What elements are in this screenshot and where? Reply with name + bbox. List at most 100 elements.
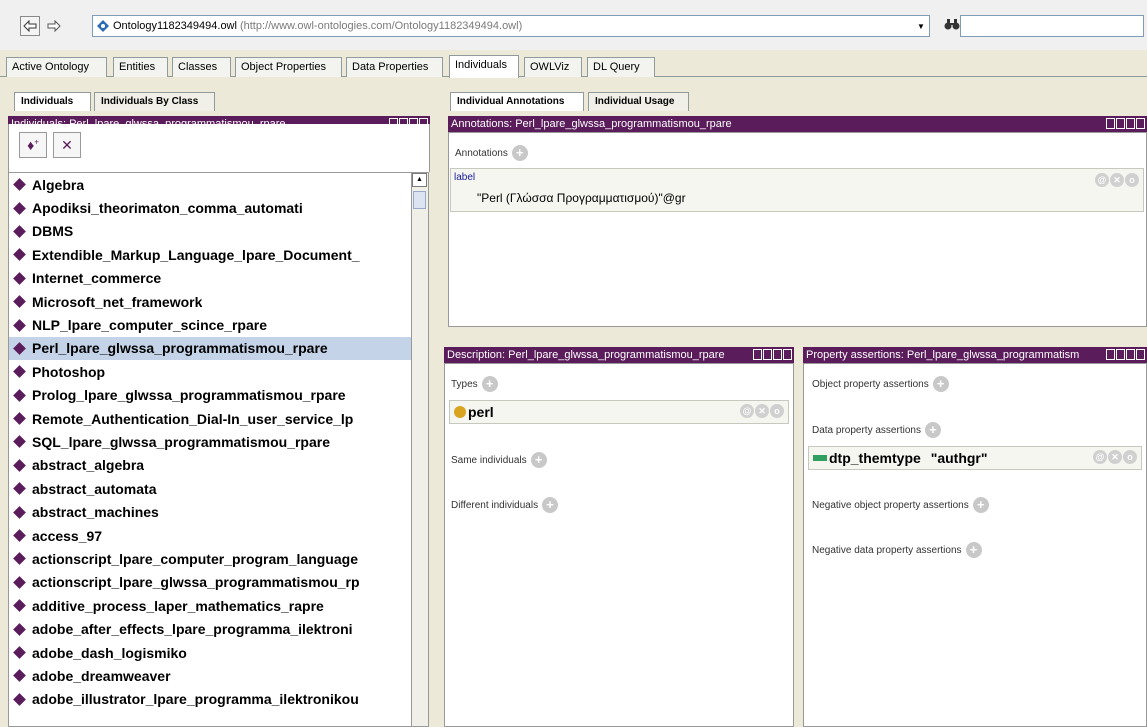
individual-list-item[interactable]: Algebra xyxy=(9,173,411,196)
data-property-icon xyxy=(813,455,827,461)
individual-icon xyxy=(13,412,26,425)
individual-list-item[interactable]: Microsoft_net_framework xyxy=(9,290,411,313)
individual-list-item[interactable]: Extendible_Markup_Language_lpare_Documen… xyxy=(9,243,411,266)
individual-list-item[interactable]: Prolog_lpare_glwssa_programmatismou_rpar… xyxy=(9,384,411,407)
add-type-icon[interactable]: + xyxy=(481,376,498,392)
individual-list-item[interactable]: additive_process_laper_mathematics_rapre xyxy=(9,594,411,617)
individual-list-item[interactable]: DBMS xyxy=(9,220,411,243)
individual-name: DBMS xyxy=(32,223,74,240)
view-controls[interactable] xyxy=(753,349,792,361)
binoculars-icon[interactable] xyxy=(944,17,960,33)
same-individuals-section: Same individuals + xyxy=(451,452,547,468)
individual-name: actionscript_lpare_glwssa_programmatismo… xyxy=(32,574,360,591)
add-annotation-icon[interactable]: + xyxy=(511,145,528,161)
description-panel-title: Description: Perl_lpare_glwssa_programma… xyxy=(447,349,725,361)
individual-list-item[interactable]: adobe_after_effects_lpare_programma_ilek… xyxy=(9,617,411,640)
dropdown-arrow-icon[interactable]: ▼ xyxy=(913,16,929,36)
negative-data-property-section: Negative data property assertions + xyxy=(812,542,982,558)
view-controls[interactable] xyxy=(1106,118,1145,130)
individual-name: Prolog_lpare_glwssa_programmatismou_rpar… xyxy=(32,387,346,404)
individual-list-item[interactable]: adobe_dreamweaver xyxy=(9,664,411,687)
individual-name: abstract_machines xyxy=(32,504,159,521)
delete-individual-button[interactable]: ✕ xyxy=(53,132,81,158)
add-negative-data-property-icon[interactable]: + xyxy=(965,542,982,558)
individual-list-item[interactable]: Remote_Authentication_Dial-In_user_servi… xyxy=(9,407,411,430)
view-controls[interactable] xyxy=(1106,349,1145,361)
forward-button[interactable] xyxy=(44,16,64,36)
individual-icon xyxy=(13,552,26,566)
row-actions[interactable]: @ ✕ o xyxy=(1095,173,1139,187)
individual-name: Perl_lpare_glwssa_programmatismou_rpare xyxy=(32,340,328,357)
add-individual-button[interactable]: ♦+ xyxy=(19,132,47,158)
ontology-icon xyxy=(97,20,109,32)
individual-name: actionscript_lpare_computer_program_lang… xyxy=(32,550,358,567)
tab-individuals[interactable]: Individuals xyxy=(449,55,519,78)
back-button[interactable] xyxy=(20,16,40,36)
tab-dl-query[interactable]: DL Query xyxy=(587,57,655,77)
individual-list-item[interactable]: abstract_machines xyxy=(9,500,411,523)
data-property-row[interactable]: dtp_themtype "authgr" @ ✕ o xyxy=(808,446,1142,470)
individual-list-item[interactable]: actionscript_lpare_glwssa_programmatismo… xyxy=(9,571,411,594)
same-individuals-label: Same individuals xyxy=(451,454,527,466)
type-row[interactable]: perl @ ✕ o xyxy=(449,400,789,424)
scroll-thumb[interactable] xyxy=(413,191,426,209)
add-different-individual-icon[interactable]: + xyxy=(542,497,559,513)
individual-list-item[interactable]: Internet_commerce xyxy=(9,267,411,290)
individual-list-item[interactable]: abstract_automata xyxy=(9,477,411,500)
individual-list-item[interactable]: adobe_dash_logismiko xyxy=(9,641,411,664)
individual-icon xyxy=(13,599,26,613)
annotate-icon: @ xyxy=(1093,450,1107,464)
individual-list-item[interactable]: NLP_lpare_computer_scince_rpare xyxy=(9,313,411,336)
individual-list-item[interactable]: SQL_lpare_glwssa_programmatismou_rpare xyxy=(9,430,411,453)
negative-object-property-section: Negative object property assertions + xyxy=(812,497,989,513)
tab-classes[interactable]: Classes xyxy=(172,57,231,77)
ontology-selector[interactable]: Ontology1182349494.owl (http://www.owl-o… xyxy=(92,15,930,37)
individual-name: Algebra xyxy=(32,176,85,193)
add-same-individual-icon[interactable]: + xyxy=(530,452,547,468)
search-input[interactable] xyxy=(960,15,1144,37)
property-assertions-panel-title: Property assertions: Perl_lpare_glwssa_p… xyxy=(806,349,1080,361)
add-object-property-icon[interactable]: + xyxy=(932,376,949,392)
tab-individuals-list[interactable]: Individuals xyxy=(14,92,91,111)
individual-name: adobe_dreamweaver xyxy=(32,667,171,684)
individual-list-item[interactable]: actionscript_lpare_computer_program_lang… xyxy=(9,547,411,570)
row-actions[interactable]: @ ✕ o xyxy=(1093,450,1137,464)
annotation-value: "Perl (Γλώσσα Προγραμματισμού)"@gr xyxy=(477,191,686,205)
edit-icon: o xyxy=(770,404,784,418)
individual-icon xyxy=(13,225,26,238)
property-assertions-panel-header: Property assertions: Perl_lpare_glwssa_p… xyxy=(803,347,1147,363)
different-individuals-label: Different individuals xyxy=(451,499,539,511)
individual-list-item[interactable]: abstract_algebra xyxy=(9,454,411,477)
tab-individuals-by-class[interactable]: Individuals By Class xyxy=(94,92,215,111)
individual-list-item[interactable]: access_97 xyxy=(9,524,411,547)
main-tab-bar: Active Ontology Entities Classes Object … xyxy=(0,55,1147,78)
annotation-row[interactable]: label "Perl (Γλώσσα Προγραμματισμού)"@gr… xyxy=(450,168,1144,212)
individual-icon xyxy=(13,646,26,659)
individual-name: NLP_lpare_computer_scince_rpare xyxy=(32,317,267,334)
add-data-property-icon[interactable]: + xyxy=(924,422,941,438)
list-scrollbar[interactable]: ▲ xyxy=(412,172,429,727)
individual-list-item[interactable]: Perl_lpare_glwssa_programmatismou_rpare xyxy=(9,336,411,361)
add-negative-object-property-icon[interactable]: + xyxy=(972,497,989,513)
individuals-toolbar: ♦+ ✕ xyxy=(8,124,430,172)
tab-entities[interactable]: Entities xyxy=(113,57,168,77)
tab-individual-usage[interactable]: Individual Usage xyxy=(588,92,689,111)
individual-icon xyxy=(13,201,26,215)
individual-list-item[interactable]: adobe_illustrator_lpare_programma_ilektr… xyxy=(9,688,411,711)
annotate-icon: @ xyxy=(740,404,754,418)
ontology-name: Ontology1182349494.owl xyxy=(113,20,237,32)
tab-object-properties[interactable]: Object Properties xyxy=(235,57,342,77)
individual-name: abstract_automata xyxy=(32,480,157,497)
tab-data-properties[interactable]: Data Properties xyxy=(346,57,443,77)
right-arrow-icon xyxy=(47,20,61,32)
object-property-label: Object property assertions xyxy=(812,378,929,390)
tab-owlviz[interactable]: OWLViz xyxy=(524,57,582,77)
row-actions[interactable]: @ ✕ o xyxy=(740,404,784,418)
left-arrow-icon xyxy=(23,20,37,32)
tab-individual-annotations[interactable]: Individual Annotations xyxy=(450,92,584,111)
scroll-up-icon[interactable]: ▲ xyxy=(412,173,427,187)
individual-list-item[interactable]: Apodiksi_theorimaton_comma_automati xyxy=(9,196,411,219)
negative-object-property-label: Negative object property assertions xyxy=(812,499,969,511)
individual-list-item[interactable]: Photoshop xyxy=(9,360,411,383)
tab-active-ontology[interactable]: Active Ontology xyxy=(6,57,107,77)
